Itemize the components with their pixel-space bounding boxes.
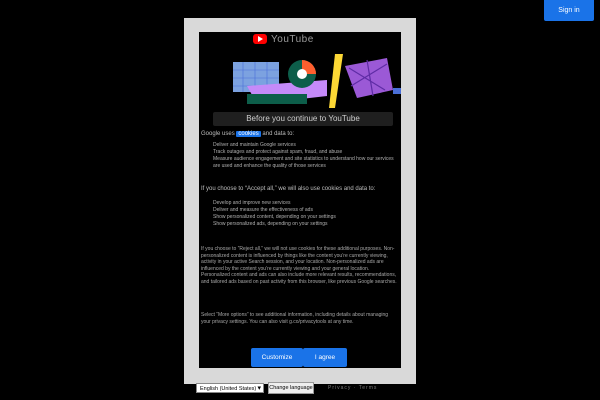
cookies-link[interactable]: cookies bbox=[236, 131, 261, 137]
agree-button[interactable]: I agree bbox=[303, 348, 347, 367]
language-select[interactable]: English (United States) bbox=[196, 383, 264, 394]
change-language-button[interactable]: Change language bbox=[268, 382, 314, 394]
dialog-title: Before you continue to YouTube bbox=[213, 112, 393, 126]
section1-intro: Google uses cookies and data to: bbox=[201, 131, 294, 138]
section1-intro-text: Google uses bbox=[201, 131, 235, 137]
section2-intro: If you choose to “Accept all,” we will a… bbox=[201, 186, 376, 192]
footer: English (United States) Change language … bbox=[196, 382, 377, 394]
sign-in-button[interactable]: Sign in bbox=[544, 0, 594, 21]
list-item: Show personalized ads, depending on your… bbox=[213, 221, 328, 227]
youtube-logo: YouTube bbox=[253, 32, 314, 46]
section1-intro-tail: and data to: bbox=[262, 131, 295, 137]
list-item: Deliver and maintain Google services bbox=[213, 142, 296, 148]
consent-illustration bbox=[233, 54, 401, 108]
section2-list: Develop and improve new services Deliver… bbox=[213, 200, 397, 228]
list-item: Deliver and measure the effectiveness of… bbox=[213, 207, 313, 213]
customize-button[interactable]: Customize bbox=[251, 348, 303, 367]
logo-text: YouTube bbox=[271, 33, 314, 45]
list-item: Track outages and protect against spam, … bbox=[213, 149, 343, 155]
more-options-paragraph: Select “More options” to see additional … bbox=[201, 312, 389, 325]
list-item: Show personalized content, depending on … bbox=[213, 214, 336, 220]
info-paragraph: If you choose to “Reject all,” we will n… bbox=[201, 246, 397, 285]
list-item: Develop and improve new services bbox=[213, 200, 291, 206]
list-item: Measure audience engagement and site sta… bbox=[213, 156, 394, 169]
youtube-play-icon bbox=[253, 34, 267, 44]
section1-list: Deliver and maintain Google services Tra… bbox=[213, 142, 397, 170]
consent-dialog: YouTube Before you continue to YouTube G… bbox=[199, 32, 401, 368]
footer-links[interactable]: Privacy · Terms bbox=[328, 385, 377, 391]
